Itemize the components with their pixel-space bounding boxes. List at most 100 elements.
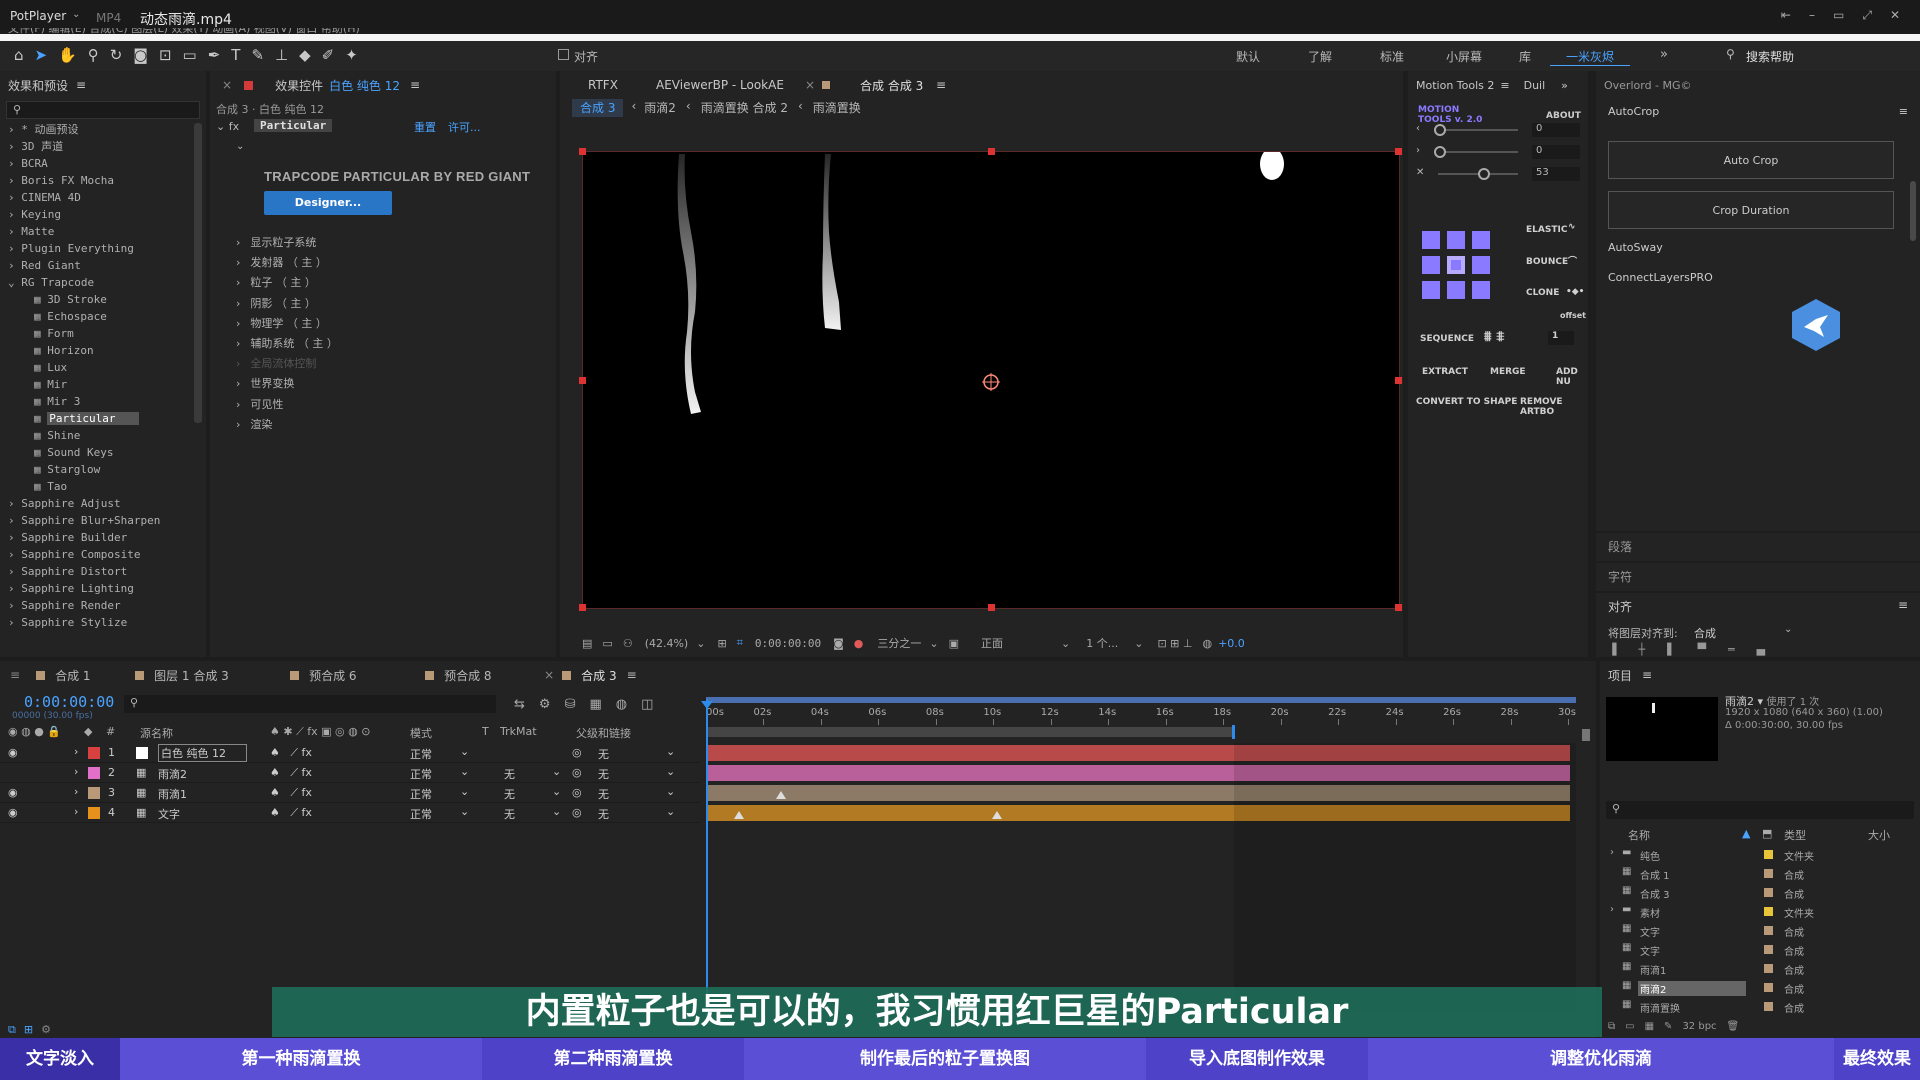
influence-value[interactable]: 53 <box>1532 167 1580 181</box>
snap-checkbox[interactable] <box>558 49 569 60</box>
bounce-curve-icon[interactable]: ⌒ <box>1568 254 1577 267</box>
chapter-final[interactable]: 最终效果 <box>1834 1038 1920 1080</box>
effect-category[interactable]: › Sapphire Lighting <box>8 580 196 597</box>
panel-menu-icon[interactable]: ≡ <box>936 78 946 92</box>
panel-menu-icon[interactable]: ≡ <box>1500 79 1509 92</box>
puppet-tool-icon[interactable]: ✦ <box>345 46 358 64</box>
composition-flowchart-icon[interactable]: ⇆ <box>514 697 525 712</box>
effect-category[interactable]: › Matte <box>8 223 196 240</box>
chevron-right-icon[interactable]: › <box>8 225 21 238</box>
project-item-label-color[interactable] <box>1764 1002 1773 1011</box>
transform-handle[interactable] <box>579 377 586 384</box>
effect-property-group[interactable]: › 全局流体控制 <box>236 354 536 374</box>
lock-icon[interactable] <box>244 80 254 90</box>
chevron-down-icon[interactable]: ⌄ <box>666 765 675 778</box>
effect-item[interactable]: ▦ Horizon <box>8 342 196 359</box>
source-name-header[interactable]: 源名称 <box>140 725 173 741</box>
sort-ascending-icon[interactable]: ▲ <box>1742 827 1750 840</box>
project-item[interactable]: ▦ 雨滴置换 合成 <box>1600 997 1920 1016</box>
project-item-label-color[interactable] <box>1764 964 1773 973</box>
project-item-label-color[interactable] <box>1764 907 1773 916</box>
effect-controls-tab[interactable]: × 效果控件 白色 纯色 12 ≡ <box>210 71 556 99</box>
effect-category[interactable]: › CINEMA 4D <box>8 189 196 206</box>
effect-category[interactable]: › Sapphire Distort <box>8 563 196 580</box>
chevron-down-icon[interactable]: ⌄ <box>460 745 469 758</box>
layer-mode-select[interactable]: 正常 <box>410 806 432 822</box>
chevron-down-icon[interactable]: ⌄ <box>460 765 469 778</box>
effect-category[interactable]: › Sapphire Stylize <box>8 614 196 631</box>
time-navigator[interactable] <box>706 697 1576 703</box>
keyframe-marker-icon[interactable] <box>776 791 786 799</box>
trkmat-select[interactable]: 无 <box>504 806 515 822</box>
time-ruler[interactable]: 00s 02s 04s 06s 08s 10s 12s 14s 16s 18s 20s 22s 24s 2… <box>706 705 1576 725</box>
workspace-learn[interactable]: 了解 <box>1284 48 1356 66</box>
fx-toggle-icon[interactable]: ⌄ fx <box>216 120 239 133</box>
layer-name[interactable]: 白色 纯色 12 <box>158 744 247 762</box>
chevron-left-icon[interactable]: ‹ <box>1416 123 1420 134</box>
extract-button[interactable]: EXTRACT <box>1422 367 1468 377</box>
chevron-right-icon[interactable]: › <box>1610 847 1614 858</box>
zoom-select[interactable]: (42.4%) <box>645 637 689 650</box>
shy-icon[interactable]: ⛁ <box>565 697 576 712</box>
graph-editor-icon[interactable]: ◫ <box>641 697 653 712</box>
chevron-right-icon[interactable]: › <box>8 208 21 221</box>
effect-category[interactable]: › 3D 声道 <box>8 138 196 155</box>
chevron-down-icon[interactable]: ⌄ <box>666 805 675 818</box>
chevron-right-icon[interactable]: › <box>8 582 21 595</box>
name-column-header[interactable]: 名称 <box>1628 827 1650 843</box>
overlord-scrollbar[interactable] <box>1910 181 1916 241</box>
color-channels-icon[interactable]: ● <box>854 637 864 650</box>
pin-icon[interactable]: ⇤ <box>1781 8 1791 23</box>
expand-chevron-icon[interactable]: › <box>74 765 78 778</box>
interpret-footage-icon[interactable]: ⧉ <box>1608 1021 1615 1032</box>
ease-slider[interactable] <box>1438 129 1518 131</box>
chevron-down-icon[interactable]: ⌄ <box>1134 637 1143 650</box>
transform-handle[interactable] <box>1395 604 1402 611</box>
resolution-select[interactable]: 三分之一 <box>877 635 921 651</box>
crumb-displace[interactable]: 雨滴置换 <box>813 99 861 117</box>
project-tab[interactable]: 项目 ≡ <box>1600 661 1920 689</box>
chevron-down-icon[interactable]: ⌄ <box>929 637 938 650</box>
expand-chevron-icon[interactable]: › <box>74 745 78 758</box>
chevron-right-icon[interactable]: › <box>236 297 240 310</box>
align-top-icon[interactable]: ▀ <box>1698 643 1706 656</box>
sequence-layers-icon[interactable]: ⩩ ⩨ <box>1484 329 1504 345</box>
elastic-button[interactable]: ELASTIC <box>1526 225 1567 235</box>
auto-crop-button[interactable]: Auto Crop <box>1608 141 1894 179</box>
effect-item[interactable]: ▦ Sound Keys <box>8 444 196 461</box>
paragraph-panel-tab[interactable]: 段落 <box>1596 533 1920 561</box>
merge-button[interactable]: MERGE <box>1490 367 1526 377</box>
layer-search-input[interactable]: ⚲ <box>124 695 496 713</box>
work-area[interactable] <box>706 727 1234 737</box>
chevron-right-icon[interactable]: › <box>236 236 240 249</box>
monitor-icon[interactable]: ▭ <box>602 637 612 650</box>
layer-label-color[interactable] <box>88 767 100 779</box>
effect-category[interactable]: › Sapphire Composite <box>8 546 196 563</box>
minimize-icon[interactable]: – <box>1809 8 1815 23</box>
chevron-down-icon[interactable]: ⌄ <box>1061 637 1070 650</box>
layer-switches[interactable]: ♠ ⟋ fx <box>270 766 312 780</box>
effect-item[interactable]: ▦ 3D Stroke <box>8 291 196 308</box>
chevron-right-icon[interactable]: › <box>236 357 240 370</box>
vr-icon[interactable]: ⚇ <box>623 637 633 650</box>
layer-name[interactable]: 雨滴2 <box>158 766 187 782</box>
layer-row[interactable]: › 2 ▦ 雨滴2 ♠ ⟋ fx 正常 ⌄ 无 ⌄ ◎ 无 ⌄ <box>0 763 700 783</box>
remove-artboard-button[interactable]: REMOVE ARTBO <box>1520 397 1588 417</box>
effect-property-group[interactable]: › 渲染 <box>236 415 536 435</box>
connectlayers-label[interactable]: ConnectLayersPRO <box>1608 271 1713 284</box>
chapter-particle-map[interactable]: 制作最后的粒子置换图 <box>744 1038 1146 1080</box>
layer-mode-select[interactable]: 正常 <box>410 746 432 762</box>
align-to-select[interactable]: 合成 <box>1694 625 1794 641</box>
close-icon[interactable]: × <box>544 668 554 682</box>
fullscreen-icon[interactable]: ⤢ <box>1862 8 1872 23</box>
effect-property-group[interactable]: › 世界变换 <box>236 374 536 394</box>
project-item-label-color[interactable] <box>1764 850 1773 859</box>
tab-composition[interactable]: 合成 合成 3 <box>860 77 923 94</box>
expand-chevron-icon[interactable]: › <box>74 785 78 798</box>
effect-item[interactable]: ▦ Lux <box>8 359 196 376</box>
chevron-down-icon[interactable]: ⌄ <box>666 785 675 798</box>
license-link[interactable]: 许可... <box>448 119 481 135</box>
region-of-interest-icon[interactable]: ▤ <box>582 637 592 650</box>
more-icon[interactable]: » <box>1561 79 1568 92</box>
frame-blend-icon[interactable]: ▦ <box>589 697 601 712</box>
